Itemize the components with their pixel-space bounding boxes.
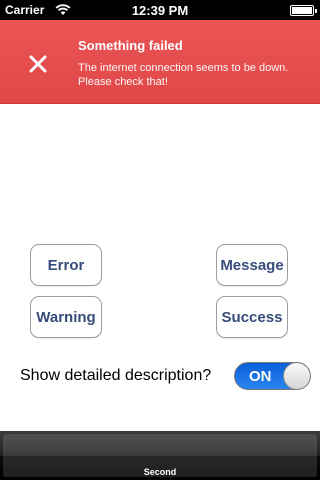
battery-icon bbox=[290, 5, 317, 16]
detailed-description-toggle[interactable]: ON bbox=[234, 362, 311, 390]
tab-second-label: Second bbox=[143, 467, 177, 477]
success-button[interactable]: Success bbox=[216, 296, 288, 338]
warning-button[interactable]: Warning bbox=[30, 296, 102, 338]
status-time: 12:39 PM bbox=[131, 3, 189, 18]
toggle-knob[interactable] bbox=[283, 363, 310, 389]
banner-message: The internet connection seems to be down… bbox=[78, 62, 289, 88]
error-button[interactable]: Error bbox=[30, 244, 102, 286]
toggle-state-label: ON bbox=[249, 368, 272, 385]
tab-bar: Second bbox=[0, 431, 320, 480]
close-icon[interactable] bbox=[22, 48, 54, 80]
message-button[interactable]: Message bbox=[216, 244, 288, 286]
status-bar: Carrier 12:39 PM bbox=[0, 0, 320, 20]
error-notification-banner[interactable]: Something failed The internet connection… bbox=[0, 20, 320, 104]
detailed-description-label: Show detailed description? bbox=[20, 367, 212, 384]
banner-title: Something failed bbox=[78, 38, 183, 53]
app-screen: Carrier 12:39 PM Something failed The in… bbox=[0, 0, 320, 480]
